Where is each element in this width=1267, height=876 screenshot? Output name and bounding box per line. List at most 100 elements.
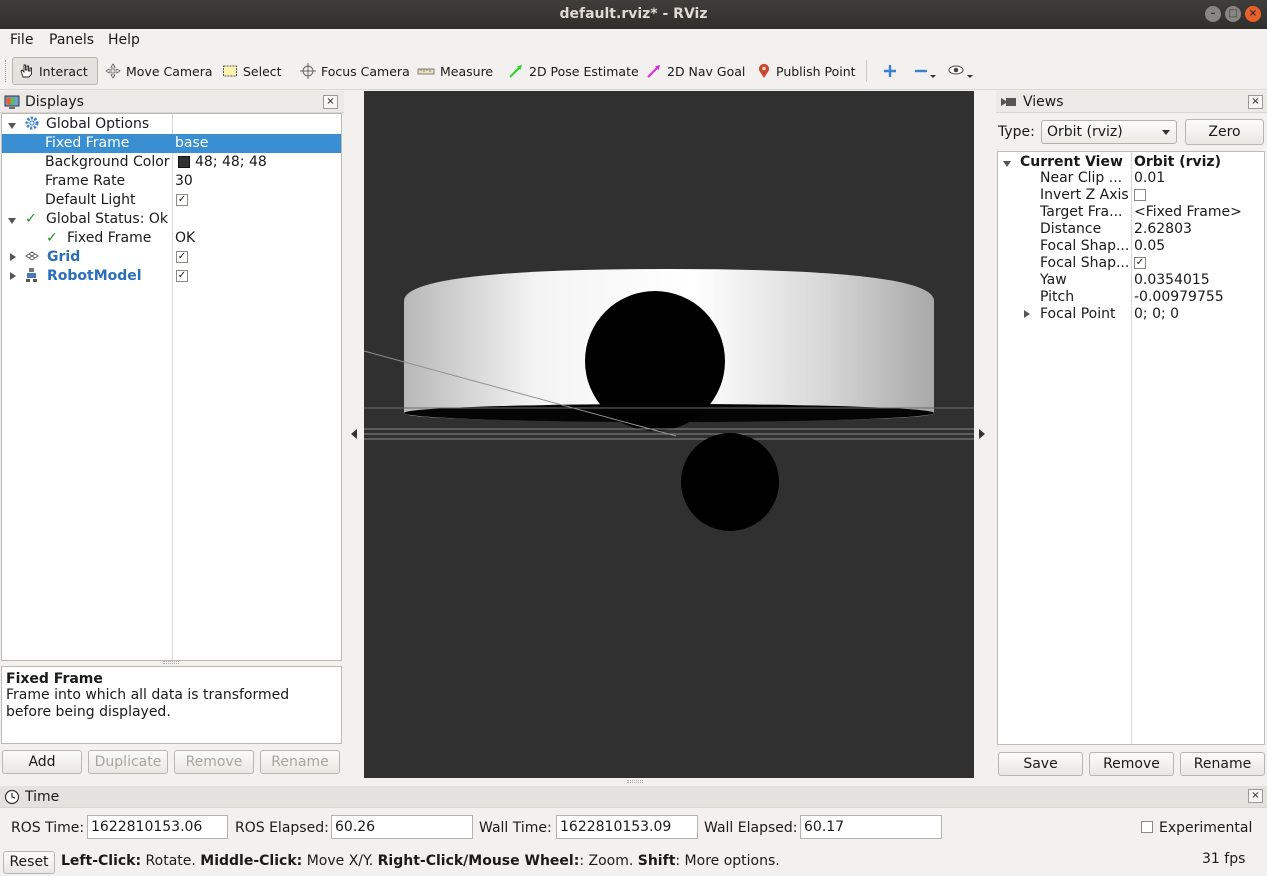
- zero-button[interactable]: Zero: [1185, 119, 1264, 145]
- remove-tool-button[interactable]: [908, 57, 942, 85]
- toolbar-grip[interactable]: [5, 60, 7, 82]
- view-prop-row[interactable]: Distance 2.62803: [998, 221, 1264, 238]
- experimental-label: Experimental: [1159, 820, 1253, 836]
- grid-checkbox[interactable]: ✓: [176, 251, 188, 263]
- menu-panels[interactable]: Panels: [49, 32, 94, 48]
- collapse-arrow-icon[interactable]: [10, 253, 16, 261]
- splitter-handle[interactable]: [163, 661, 179, 664]
- collapse-arrow-icon[interactable]: [10, 272, 16, 280]
- publish-point-tool-button[interactable]: Publish Point: [752, 57, 861, 85]
- view-prop-value[interactable]: 0.0354015: [1134, 272, 1210, 289]
- collapse-left-arrow-icon[interactable]: [351, 429, 357, 439]
- frame-rate-value[interactable]: 30: [175, 172, 193, 191]
- interact-tool-button[interactable]: Interact: [12, 57, 98, 85]
- map-pin-icon: [759, 63, 769, 78]
- view-prop-value[interactable]: 2.62803: [1134, 221, 1192, 238]
- menu-file[interactable]: File: [10, 32, 33, 48]
- tree-row-grid[interactable]: Grid ✓: [2, 248, 341, 267]
- nav-goal-tool-button[interactable]: 2D Nav Goal: [641, 57, 750, 85]
- color-swatch[interactable]: [178, 156, 190, 168]
- left-click-key: Left-Click:: [61, 853, 142, 869]
- remove-display-button[interactable]: Remove: [174, 750, 254, 774]
- ros-time-field[interactable]: 1622810153.06: [87, 815, 228, 839]
- tree-row-status-fixed-frame[interactable]: ✓ Fixed Frame OK: [2, 229, 341, 248]
- fixed-frame-value[interactable]: base: [175, 134, 208, 153]
- expand-arrow-icon[interactable]: [1003, 161, 1011, 167]
- view-prop-checkbox[interactable]: ✓: [1134, 257, 1146, 269]
- remove-view-button[interactable]: Remove: [1089, 752, 1174, 776]
- camera-icon: [1001, 97, 1016, 106]
- background-color-value[interactable]: 48; 48; 48: [195, 153, 267, 172]
- view-prop-name: Focal Shap...: [1040, 255, 1130, 271]
- save-view-button[interactable]: Save: [998, 752, 1083, 776]
- menu-help[interactable]: Help: [108, 32, 140, 48]
- expand-arrow-icon[interactable]: [8, 218, 16, 224]
- measure-tool-button[interactable]: Measure: [412, 57, 498, 85]
- tree-row-background-color[interactable]: Background Color 48; 48; 48: [2, 153, 341, 172]
- duplicate-display-button[interactable]: Duplicate: [88, 750, 168, 774]
- focus-camera-tool-button[interactable]: Focus Camera: [295, 57, 415, 85]
- view-type-select[interactable]: Orbit (rviz): [1041, 120, 1177, 144]
- tree-row-frame-rate[interactable]: Frame Rate 30: [2, 172, 341, 191]
- gear-icon: [24, 115, 40, 134]
- ros-elapsed-field[interactable]: 60.26: [331, 815, 473, 839]
- view-prop-name: Pitch: [1040, 289, 1075, 305]
- add-display-button[interactable]: Add: [2, 750, 82, 774]
- collapse-right-arrow-icon[interactable]: [979, 429, 985, 439]
- bottom-splitter-handle[interactable]: [627, 780, 643, 783]
- move-camera-tool-button[interactable]: Move Camera: [100, 57, 218, 85]
- default-light-checkbox[interactable]: ✓: [176, 194, 188, 206]
- time-close-icon[interactable]: ×: [1248, 789, 1263, 803]
- view-prop-value[interactable]: 0; 0; 0: [1134, 306, 1179, 323]
- view-prop-value[interactable]: ✓: [1134, 255, 1146, 272]
- tree-row-global-status[interactable]: ✓ Global Status: Ok: [2, 210, 341, 229]
- select-tool-button[interactable]: Select: [217, 57, 287, 85]
- robot-model-checkbox[interactable]: ✓: [176, 270, 188, 282]
- expand-arrow-icon[interactable]: [8, 123, 16, 129]
- views-close-icon[interactable]: ×: [1248, 95, 1263, 109]
- render-viewport[interactable]: [364, 91, 974, 778]
- rename-display-button[interactable]: Rename: [260, 750, 340, 774]
- reset-button[interactable]: Reset: [3, 851, 55, 874]
- displays-close-icon[interactable]: ×: [323, 95, 338, 109]
- wall-elapsed-field[interactable]: 60.17: [800, 815, 942, 839]
- view-prop-row[interactable]: Invert Z Axis: [998, 187, 1264, 204]
- close-icon[interactable]: ×: [1245, 6, 1261, 22]
- view-prop-row[interactable]: Yaw 0.0354015: [998, 272, 1264, 289]
- default-light-label: Default Light: [45, 192, 136, 208]
- toolbar-separator: [866, 60, 867, 82]
- view-prop-checkbox[interactable]: [1134, 189, 1146, 201]
- displays-tree: Global Options Fixed Frame base Backgrou…: [1, 113, 342, 661]
- experimental-checkbox[interactable]: [1141, 821, 1153, 833]
- view-prop-row[interactable]: Pitch -0.00979755: [998, 289, 1264, 306]
- wall-time-field[interactable]: 1622810153.09: [556, 815, 698, 839]
- rename-view-button[interactable]: Rename: [1180, 752, 1265, 776]
- view-tool-button[interactable]: [942, 57, 980, 85]
- fixed-frame-label: Fixed Frame: [45, 135, 130, 151]
- displays-panel: Displays × Global Options Fixed Frame ba…: [0, 91, 344, 786]
- collapse-arrow-icon[interactable]: [1024, 310, 1030, 318]
- tree-row-global-options[interactable]: Global Options: [2, 115, 341, 134]
- maximize-icon[interactable]: □: [1225, 6, 1241, 22]
- view-prop-value[interactable]: [1134, 187, 1146, 204]
- view-prop-row[interactable]: Focal Shap... ✓: [998, 255, 1264, 272]
- view-prop-row[interactable]: Focal Shap... 0.05: [998, 238, 1264, 255]
- view-prop-value[interactable]: <Fixed Frame>: [1134, 204, 1242, 221]
- sphere-upper: [585, 291, 725, 431]
- view-prop-row[interactable]: Near Clip ... 0.01: [998, 170, 1264, 187]
- pose-estimate-tool-button[interactable]: 2D Pose Estimate: [503, 57, 644, 85]
- global-options-label: Global Options: [46, 116, 150, 132]
- view-prop-row[interactable]: Focal Point 0; 0; 0: [998, 306, 1264, 323]
- scene-render[interactable]: [364, 91, 974, 778]
- minimize-icon[interactable]: –: [1205, 6, 1221, 22]
- grid-label: Grid: [47, 249, 81, 265]
- view-prop-value[interactable]: 0.05: [1134, 238, 1165, 255]
- tree-row-fixed-frame[interactable]: Fixed Frame base: [2, 134, 341, 153]
- view-prop-row[interactable]: Target Fra... <Fixed Frame>: [998, 204, 1264, 221]
- tree-row-robot-model[interactable]: RobotModel ✓: [2, 267, 341, 286]
- shift-key: Shift: [637, 853, 676, 869]
- tree-row-default-light[interactable]: Default Light ✓: [2, 191, 341, 210]
- view-prop-value[interactable]: 0.01: [1134, 170, 1165, 187]
- view-prop-value[interactable]: -0.00979755: [1134, 289, 1224, 306]
- add-tool-button[interactable]: [877, 57, 903, 85]
